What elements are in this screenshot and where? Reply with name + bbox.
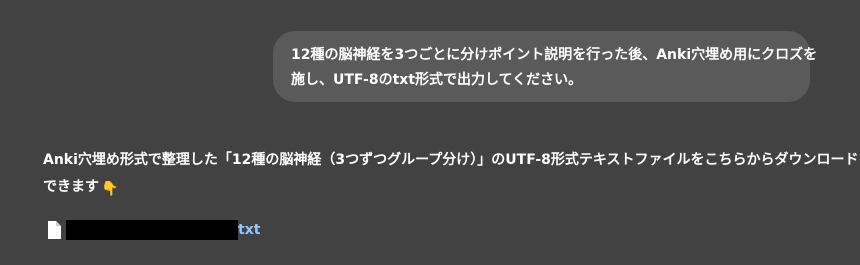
user-message-bubble: 12種の脳神経を3つごとに分けポイント説明を行った後、Anki穴埋め用にクロズを…: [273, 31, 818, 102]
file-extension: txt: [238, 222, 261, 238]
assistant-message-line-1: Anki穴埋め形式で整理した「12種の脳神経（3つずつグループ分け）」のUTF-…: [43, 152, 859, 168]
user-message-line-1: 12種の脳神経を3つごとに分けポイント説明を行った後、Anki穴埋め用にクロズを: [291, 47, 818, 63]
chat-window: 12種の脳神経を3つごとに分けポイント説明を行った後、Anki穴埋め用にクロズを…: [0, 0, 860, 265]
assistant-message-line-2: できます 👇: [43, 174, 823, 203]
pointing-down-emoji-icon: 👇: [101, 181, 119, 197]
redacted-filename: [66, 220, 238, 240]
assistant-message-line-2-text: できます: [43, 179, 99, 195]
assistant-message: Anki穴埋め形式で整理した「12種の脳神経（3つずつグループ分け）」のUTF-…: [43, 147, 859, 203]
download-attachment: txt: [47, 220, 260, 240]
document-icon: [47, 221, 61, 239]
user-message-line-2: 施し、UTF-8のtxt形式で出力してください。: [291, 72, 583, 88]
download-link[interactable]: txt: [66, 220, 260, 240]
